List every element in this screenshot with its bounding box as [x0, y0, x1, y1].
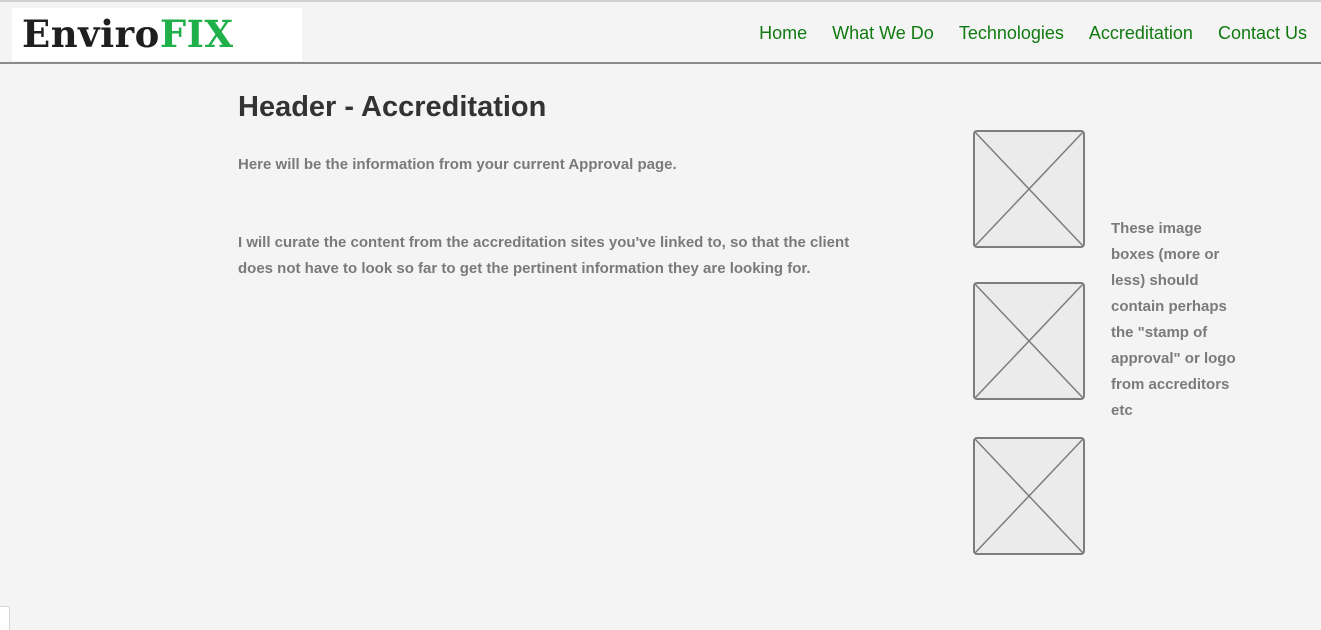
logo-fix: FIX	[159, 12, 234, 56]
accreditor-image-placeholder-1	[973, 130, 1085, 248]
image-placeholder-icon	[973, 130, 1085, 248]
image-boxes-note: These image boxes (more or less) should …	[1111, 220, 1236, 419]
nav-accreditation[interactable]: Accreditation	[1089, 23, 1193, 44]
page-title: Header - Accreditation	[238, 91, 547, 123]
feedback-tab[interactable]	[0, 606, 10, 630]
image-placeholder-icon	[973, 437, 1085, 555]
nav-what-we-do[interactable]: What We Do	[832, 23, 934, 44]
nav-technologies[interactable]: Technologies	[959, 23, 1064, 44]
site-header: EnviroFIX Home What We Do Technologies A…	[0, 2, 1321, 64]
logo-text: EnviroFIX	[22, 16, 234, 53]
nav-home[interactable]: Home	[759, 23, 807, 44]
nav-contact-us[interactable]: Contact Us	[1218, 23, 1307, 44]
main-nav: Home What We Do Technologies Accreditati…	[734, 23, 1307, 44]
site-logo[interactable]: EnviroFIX	[12, 8, 302, 61]
intro-paragraph: Here will be the information from your c…	[238, 156, 677, 173]
page: EnviroFIX Home What We Do Technologies A…	[0, 0, 1321, 630]
curation-paragraph: I will curate the content from the accre…	[238, 234, 850, 277]
accreditor-image-placeholder-3	[973, 437, 1085, 555]
image-placeholder-icon	[973, 282, 1085, 400]
accreditor-image-placeholder-2	[973, 282, 1085, 400]
logo-enviro: Enviro	[22, 12, 160, 56]
